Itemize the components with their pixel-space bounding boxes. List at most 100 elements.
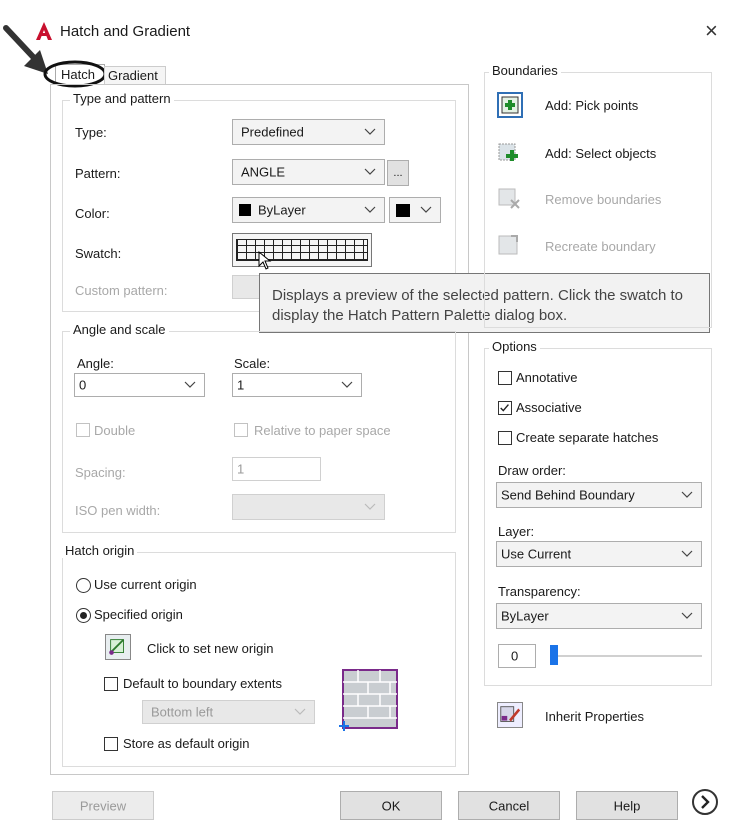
chevron-down-icon — [420, 206, 432, 213]
angle-select[interactable]: 0 — [74, 373, 205, 397]
pattern-swatch[interactable] — [232, 233, 372, 267]
app-icon — [36, 22, 52, 40]
type-value: Predefined — [241, 124, 304, 140]
spacing-label: Spacing: — [75, 465, 126, 480]
spacing-input[interactable]: 1 — [232, 457, 321, 481]
store-default-origin-checkbox[interactable] — [104, 737, 118, 751]
chevron-down-icon — [184, 381, 196, 388]
cancel-label: Cancel — [488, 798, 530, 813]
separate-hatches-label: Create separate hatches — [516, 430, 659, 445]
cursor-pointer-icon — [258, 251, 272, 270]
associative-label: Associative — [516, 400, 582, 415]
type-select[interactable]: Predefined — [232, 119, 385, 145]
chevron-down-icon — [364, 128, 376, 135]
default-extents-label: Default to boundary extents — [123, 676, 282, 691]
color-swatch-black — [239, 204, 251, 216]
angle-scale-title: Angle and scale — [70, 322, 169, 337]
window-title: Hatch and Gradient — [60, 23, 191, 40]
scale-select[interactable]: 1 — [232, 373, 362, 397]
preview-label: Preview — [79, 798, 127, 813]
set-origin-button[interactable] — [105, 634, 131, 660]
type-pattern-title: Type and pattern — [70, 91, 174, 106]
color-value: ByLayer — [258, 202, 306, 218]
help-button[interactable]: Help — [576, 791, 678, 820]
ok-button[interactable]: OK — [340, 791, 442, 820]
double-label: Double — [94, 423, 136, 438]
transparency-label: Transparency: — [498, 584, 581, 599]
remove-boundaries-label: Remove boundaries — [545, 192, 662, 207]
associative-checkbox[interactable] — [498, 401, 512, 415]
double-checkbox[interactable] — [76, 423, 90, 437]
help-label: Help — [613, 798, 641, 813]
draw-order-select[interactable]: Send Behind Boundary — [496, 482, 702, 508]
hatch-origin-title: Hatch origin — [62, 543, 138, 558]
swatch-label: Swatch: — [75, 246, 122, 261]
click-set-origin-label: Click to set new origin — [147, 641, 274, 656]
chevron-right-icon — [701, 795, 710, 809]
tab-gradient[interactable]: Gradient — [104, 66, 166, 85]
chevron-down-icon — [681, 491, 693, 498]
select-objects-button[interactable] — [497, 140, 523, 166]
inherit-properties-icon — [500, 706, 521, 722]
close-button[interactable]: × — [705, 18, 718, 44]
background-swatch-black — [396, 204, 410, 217]
swatch-pattern-preview — [236, 239, 368, 261]
specified-origin-label: Specified origin — [94, 607, 183, 622]
chevron-down-icon — [341, 381, 353, 388]
layer-label: Layer: — [498, 524, 535, 539]
chevron-down-icon — [681, 550, 693, 557]
pattern-select[interactable]: ANGLE — [232, 159, 385, 185]
options-title: Options — [489, 339, 540, 354]
default-extents-checkbox[interactable] — [104, 677, 118, 691]
draw-order-value: Send Behind Boundary — [501, 487, 635, 503]
iso-pen-width-select[interactable] — [232, 494, 385, 520]
ok-label: OK — [381, 798, 401, 813]
cancel-button[interactable]: Cancel — [458, 791, 560, 820]
transparency-slider-thumb[interactable] — [550, 645, 558, 665]
preview-button[interactable]: Preview — [52, 791, 154, 820]
annotative-label: Annotative — [516, 370, 578, 385]
scale-label: Scale: — [234, 356, 271, 371]
store-default-origin-label: Store as default origin — [123, 736, 250, 751]
recreate-boundary-button[interactable] — [497, 232, 523, 258]
inherit-properties-button[interactable] — [497, 702, 523, 728]
type-label: Type: — [75, 125, 107, 140]
transparency-value: ByLayer — [501, 608, 549, 624]
options-group — [484, 348, 712, 686]
annotative-checkbox[interactable] — [498, 371, 512, 385]
pattern-label: Pattern: — [75, 166, 121, 181]
more-options-button[interactable] — [692, 789, 718, 815]
chevron-down-icon — [364, 503, 376, 510]
use-current-origin-radio[interactable] — [76, 578, 91, 593]
color-select[interactable]: ByLayer — [232, 197, 385, 223]
transparency-select[interactable]: ByLayer — [496, 603, 702, 629]
inherit-properties-label: Inherit Properties — [545, 709, 644, 724]
transparency-slider-track[interactable] — [550, 655, 702, 657]
chevron-down-icon — [364, 168, 376, 175]
recreate-boundary-icon — [498, 235, 518, 255]
pattern-browse-button[interactable]: ... — [387, 160, 409, 186]
relative-paper-space-checkbox[interactable] — [234, 423, 248, 437]
chevron-down-icon — [294, 708, 306, 715]
recreate-boundary-label: Recreate boundary — [545, 239, 656, 254]
remove-boundaries-icon — [498, 188, 520, 209]
origin-position-select[interactable]: Bottom left — [142, 700, 315, 724]
chevron-down-icon — [364, 206, 376, 213]
remove-boundaries-button[interactable] — [497, 186, 523, 212]
background-color-select[interactable] — [389, 197, 441, 223]
use-current-origin-label: Use current origin — [94, 577, 197, 592]
angle-value: 0 — [79, 377, 87, 393]
separate-hatches-checkbox[interactable] — [498, 431, 512, 445]
specified-origin-radio[interactable] — [76, 608, 91, 623]
set-origin-icon — [109, 638, 125, 655]
layer-value: Use Current — [501, 546, 572, 562]
layer-select[interactable]: Use Current — [496, 541, 702, 567]
checkmark-icon — [500, 404, 509, 412]
scale-value: 1 — [237, 377, 245, 393]
tab-gradient-label: Gradient — [108, 68, 158, 83]
pick-points-button[interactable] — [497, 92, 523, 118]
angle-label: Angle: — [77, 356, 114, 371]
transparency-amount-input[interactable]: 0 — [498, 644, 536, 668]
chevron-down-icon — [681, 612, 693, 619]
select-objects-icon — [498, 143, 518, 161]
